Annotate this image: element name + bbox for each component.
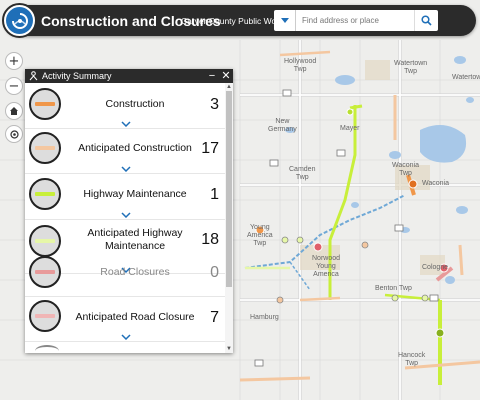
place-label: Norwood Young America [312,255,341,278]
caret-down-icon [280,17,289,23]
place-label: Watertown [452,74,480,81]
search-source-dropdown[interactable] [274,10,296,31]
item-label: Road Closures [100,266,170,278]
home-button[interactable] [5,102,23,120]
search-box [274,10,438,31]
activity-item-anticipated-construction[interactable]: Anticipated Construction 17 [25,130,225,170]
activity-item-highway-maintenance[interactable]: Highway Maintenance 1 [25,175,225,215]
place-label: Camden Twp [289,166,316,181]
divider [25,173,225,174]
item-count: 18 [201,231,219,248]
locate-icon [9,129,19,139]
home-icon [10,107,18,115]
anticipated-road-closure-symbol-icon [29,300,61,332]
search-button[interactable] [414,10,438,31]
activity-item-construction[interactable]: Construction 3 [25,84,225,124]
scroll-thumb[interactable] [226,91,232,287]
place-label: Watertown Twp [394,60,428,75]
place-label: Mayer [340,125,360,132]
activity-summary-panel: Activity Summary − ✕ Construction 3 Anti… [25,69,233,353]
chevron-down-icon[interactable] [121,212,131,218]
minimize-button[interactable]: − [205,69,219,83]
partial-symbol-icon [35,345,59,353]
item-label: Construction [105,98,165,110]
logo-icon [11,12,28,29]
panel-body: Construction 3 Anticipated Construction … [25,83,233,353]
highway-maintenance-symbol-icon [29,178,61,210]
zoom-in-button[interactable]: + [5,52,23,70]
item-count: 17 [201,140,219,157]
app-header: Construction and Closures Carver County … [2,3,476,38]
place-label: Benton Twp [375,285,412,292]
scroll-up-icon[interactable]: ▲ [225,83,233,91]
place-label: Hollywood Twp [284,58,317,73]
place-label: Hamburg [250,314,279,321]
item-label: Anticipated Construction [78,142,192,154]
close-button[interactable]: ✕ [219,69,233,83]
anticipated-highway-maintenance-symbol-icon [29,225,61,257]
divider [25,296,225,297]
road-closures-symbol-icon [29,256,61,288]
scroll-down-icon[interactable]: ▼ [225,345,233,353]
construction-symbol-icon [29,88,61,120]
search-input[interactable] [296,10,414,31]
item-count: 7 [210,309,219,326]
minus-icon: − [8,78,20,94]
activity-icon [29,71,38,81]
county-logo [2,3,37,38]
activity-item-anticipated-road-closure[interactable]: Anticipated Road Closure 7 [25,299,225,339]
search-icon [421,15,432,26]
plus-icon: + [8,53,20,69]
place-label: Hancock Twp [398,352,426,367]
panel-scrollbar[interactable]: ▲ ▼ [225,83,233,353]
divider [25,341,225,342]
item-count: 3 [210,96,219,113]
item-count: 0 [210,264,219,281]
item-count: 1 [210,186,219,203]
place-label: Cologne [422,264,449,271]
chevron-down-icon[interactable] [121,121,131,127]
chevron-down-icon[interactable] [121,166,131,172]
zoom-out-button[interactable]: − [5,77,23,95]
locate-button[interactable] [5,125,23,143]
place-label: Waconia [422,180,449,187]
panel-header: Activity Summary − ✕ [25,69,233,83]
item-label: Highway Maintenance [83,188,187,200]
panel-title: Activity Summary [42,71,112,81]
anticipated-construction-symbol-icon [29,132,61,164]
item-label: Anticipated Road Closure [75,311,195,323]
place-label: Waconia Twp [392,162,419,177]
chevron-down-icon[interactable] [121,334,131,340]
divider [25,128,225,129]
item-label: Anticipated Highway Maintenance [87,227,183,252]
divider [25,219,225,220]
activity-item-road-closures[interactable]: Road Closures 0 [25,255,225,295]
app-subtitle: Carver County Public Works [181,16,288,26]
place-label: Young America Twp [247,224,273,247]
place-label: New Germany [268,118,297,133]
